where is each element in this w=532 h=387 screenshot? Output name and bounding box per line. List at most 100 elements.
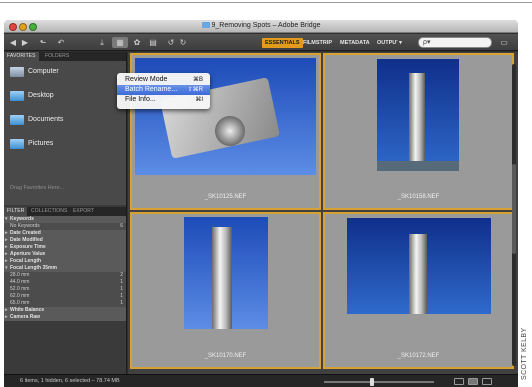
bridge-window: 9_Removing Spots – Adobe Bridge ◀ ▶ ⬑ ↶ … [4, 20, 518, 387]
favorite-documents[interactable]: Documents [10, 113, 63, 127]
filter-row[interactable]: Focal Length 35mm [4, 265, 126, 272]
filter-row[interactable]: Keywords [4, 216, 126, 223]
workspace-filmstrip[interactable]: FILMSTRIP [300, 38, 335, 48]
filter-label: 28.0 mm [10, 272, 30, 278]
tower-shape [409, 234, 427, 314]
filter-row[interactable]: Exposure Time [4, 244, 126, 251]
ground-shape [377, 161, 459, 171]
filter-row[interactable]: Aperture Value [4, 251, 126, 258]
filter-row[interactable]: 65.0 mm 1 [4, 300, 126, 307]
filter-row[interactable]: No Keywords 6 [4, 223, 126, 230]
content-scrollbar[interactable] [512, 64, 516, 366]
filter-row[interactable]: Camera Raw [4, 314, 126, 321]
thumbnail-filename: _SK10170.NEF [204, 353, 247, 359]
tab-favorites[interactable]: FAVORITES [4, 52, 39, 61]
compact-mode-icon[interactable]: ▭ [498, 37, 510, 48]
favorite-label: Pictures [28, 140, 54, 147]
output-menu-icon[interactable]: ▤ [146, 37, 160, 48]
menu-item-review-mode[interactable]: Review Mode ⌘B [117, 75, 210, 85]
filter-label: No Keywords [10, 223, 40, 229]
tab-collections[interactable]: COLLECTIONS [28, 207, 70, 216]
application-toolbar: ◀ ▶ ⬑ ↶ ⤓ ▦ ✿ ▤ ↺ ↻ ESSENTIALS FILMSTRIP… [4, 34, 518, 51]
list-view-icon[interactable] [482, 378, 492, 385]
folder-icon [201, 22, 210, 28]
window-title-text: 9_Removing Spots – Adobe Bridge [211, 22, 321, 29]
filter-row[interactable]: 28.0 mm 2 [4, 272, 126, 279]
refine-dropdown-menu: Review Mode ⌘B Batch Rename... ⇧⌘R File In… [117, 73, 210, 109]
thumbnail-size-slider[interactable] [324, 378, 434, 386]
menu-item-batch-rename[interactable]: Batch Rename... ⇧⌘R [117, 85, 210, 95]
forward-arrow-icon[interactable]: ▶ [20, 37, 30, 48]
tab-folders[interactable]: FOLDERS [42, 52, 72, 61]
tower-shape [409, 73, 425, 171]
filter-label: 44.0 mm [10, 279, 30, 285]
workspace-output-dropdown[interactable]: OUTPU' ▾ [374, 38, 405, 48]
window-title: 9_Removing Spots – Adobe Bridge [4, 22, 518, 29]
filter-row[interactable]: 62.0 mm 1 [4, 293, 126, 300]
filter-label: Camera Raw [10, 314, 41, 320]
filter-label: Focal Length 35mm [10, 265, 57, 271]
filter-label: 65.0 mm [10, 300, 30, 306]
filter-label: 52.0 mm [10, 286, 30, 292]
tab-export[interactable]: EXPORT [70, 207, 97, 216]
filter-row[interactable]: 52.0 mm 1 [4, 286, 126, 293]
scrollbar-thumb[interactable] [512, 164, 516, 254]
computer-icon [10, 67, 24, 77]
menu-item-shortcut: ⌘B [192, 77, 203, 83]
rotate-left-icon[interactable]: ↺ [166, 37, 176, 48]
rotate-right-icon[interactable]: ↻ [178, 37, 188, 48]
search-input[interactable]: ρ▾ [418, 37, 492, 48]
slider-knob[interactable] [370, 378, 374, 386]
filter-count: 1 [120, 286, 123, 292]
thumbnail-cell[interactable]: _SK10170.NEF [130, 212, 321, 369]
tower-shape [212, 227, 232, 329]
favorite-pictures[interactable]: Pictures [10, 137, 53, 151]
photo-credit: SCOTT KELBY [521, 300, 531, 380]
recent-folders-icon[interactable]: ⬑ [36, 37, 50, 48]
refine-menu-icon[interactable]: ▦ [112, 37, 128, 48]
filter-label: Exposure Time [10, 244, 46, 250]
workspace-metadata[interactable]: METADATA [337, 38, 373, 48]
filter-count: 6 [120, 223, 123, 229]
menu-item-label: Review Mode [125, 76, 168, 83]
favorite-computer[interactable]: Computer [10, 65, 59, 79]
menu-item-shortcut: ⌘I [195, 97, 203, 103]
filter-row[interactable]: 44.0 mm 1 [4, 279, 126, 286]
workspace-essentials[interactable]: ESSENTIALS [262, 38, 303, 48]
filter-row[interactable]: White Balance [4, 307, 126, 314]
get-photos-icon[interactable]: ⤓ [96, 37, 108, 48]
status-text: 6 items, 1 hidden, 6 selected – 78.74 MB [20, 378, 120, 384]
details-view-icon[interactable] [468, 378, 478, 385]
folder-icon [10, 115, 24, 125]
menu-item-label: File Info... [125, 96, 156, 103]
filter-row[interactable]: Date Modified [4, 237, 126, 244]
filter-label: Date Created [10, 230, 41, 236]
favorites-tab-bar: FAVORITES FOLDERS [4, 52, 126, 61]
folder-icon [10, 91, 24, 101]
thumbnail-cell[interactable]: _SK10158.NEF [323, 53, 514, 210]
filter-label: Focal Length [10, 258, 42, 264]
filter-row[interactable]: Focal Length [4, 258, 126, 265]
back-arrow-icon[interactable]: ◀ [8, 37, 18, 48]
tab-filter[interactable]: FILTER [4, 207, 28, 216]
thumbnail-image [184, 217, 268, 329]
filter-tab-bar: FILTER COLLECTIONS EXPORT [4, 207, 126, 216]
filter-label: White Balance [10, 307, 45, 313]
thumbnail-filename: _SK10172.NEF [397, 353, 440, 359]
open-in-camera-raw-icon[interactable]: ✿ [132, 37, 142, 48]
filter-count: 1 [120, 279, 123, 285]
filter-label: Aperture Value [10, 251, 46, 257]
thumbnail-filename: _SK10158.NEF [397, 194, 440, 200]
favorite-label: Computer [28, 68, 59, 75]
favorite-label: Documents [28, 116, 64, 123]
menu-item-file-info[interactable]: File Info... ⌘I [117, 95, 210, 105]
favorite-desktop[interactable]: Desktop [10, 89, 54, 103]
reveal-recent-icon[interactable]: ↶ [56, 37, 66, 48]
filter-row[interactable]: Date Created [4, 230, 126, 237]
filter-list: Keywords No Keywords 6 Date Created Date … [4, 216, 126, 321]
favorites-panel: Computer Desktop Documents Pictures Drag… [4, 61, 126, 205]
filter-count: 1 [120, 293, 123, 299]
status-bar: 6 items, 1 hidden, 6 selected – 78.74 MB [4, 374, 518, 387]
grid-view-icon[interactable] [454, 378, 464, 385]
thumbnail-cell[interactable]: _SK10172.NEF [323, 212, 514, 369]
